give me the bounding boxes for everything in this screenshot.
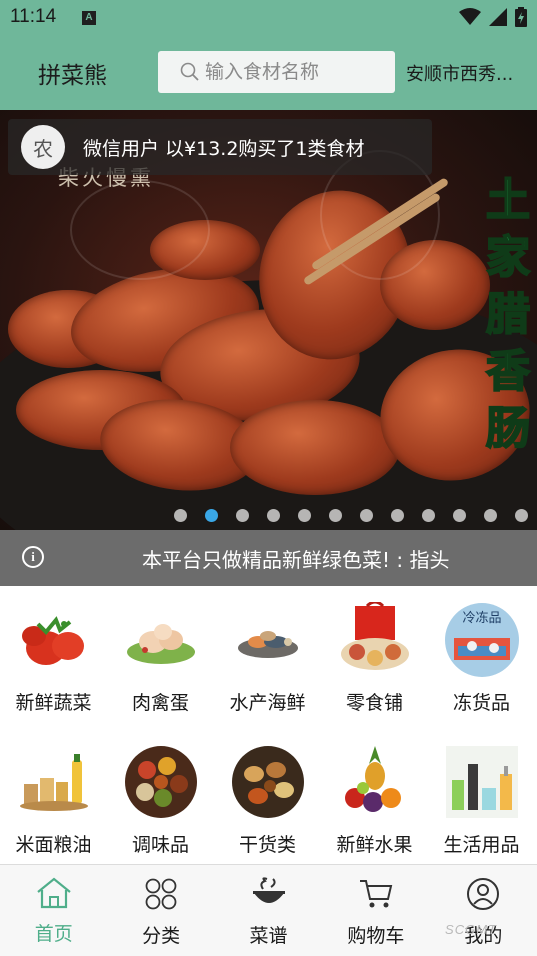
carousel-dot[interactable] — [515, 509, 528, 522]
tab-cart[interactable]: 购物车 — [322, 865, 429, 956]
carousel-dot[interactable] — [236, 509, 249, 522]
tab-recipe[interactable]: 菜谱 — [215, 865, 322, 956]
tab-label: 首页 — [34, 923, 73, 945]
meat-poultry-icon — [123, 602, 199, 678]
seafood-icon — [230, 602, 306, 678]
signal-icon — [489, 8, 507, 26]
carousel-dot[interactable] — [205, 509, 218, 522]
category-label: 米面粮油 — [15, 834, 92, 856]
side-title-char: 家 — [485, 231, 531, 284]
category-vegetables[interactable]: 新鲜蔬菜 — [0, 602, 107, 715]
announcement-bar[interactable]: i 本平台只做精品新鲜绿色菜! : 指头 — [0, 530, 537, 586]
search-input[interactable] — [205, 61, 385, 83]
status-bar: 11:14 A — [0, 0, 537, 36]
wifi-icon — [459, 8, 481, 25]
seasoning-icon — [123, 744, 199, 820]
location-selector[interactable]: 安顺市西秀... — [406, 60, 534, 86]
daily-goods-icon — [444, 744, 520, 820]
category-fruit[interactable]: 新鲜水果 — [321, 744, 428, 857]
steam-swirl — [70, 180, 210, 280]
user-icon — [467, 878, 500, 910]
cart-icon — [359, 880, 393, 908]
carousel-dot[interactable] — [174, 509, 187, 522]
dried-goods-icon — [230, 744, 306, 820]
category-seafood[interactable]: 水产海鲜 — [214, 602, 321, 715]
tab-home[interactable]: 首页 — [0, 865, 107, 956]
recipe-icon — [252, 877, 285, 903]
carousel-dot[interactable] — [298, 509, 311, 522]
purchase-notice: 农 微信用户 以¥13.2购买了1类食材 — [8, 119, 432, 175]
status-time: 11:14 — [10, 6, 57, 27]
bottom-tab-bar: 首页 分类 菜谱 购物车 我的 — [0, 864, 537, 956]
app-brand-title: 拼菜熊 — [38, 63, 107, 89]
battery-icon — [515, 7, 527, 27]
category-snacks[interactable]: 零食铺 — [321, 600, 428, 715]
tab-mine[interactable]: 我的 — [430, 865, 537, 956]
category-label: 新鲜蔬菜 — [15, 692, 92, 714]
category-label: 生活用品 — [443, 834, 520, 856]
info-icon: i — [22, 546, 44, 568]
tab-label: 购物车 — [347, 925, 405, 947]
fruit-icon — [337, 744, 413, 820]
side-title-char: 香 — [485, 345, 531, 398]
category-seasoning[interactable]: 调味品 — [107, 744, 214, 857]
category-daily-goods[interactable]: 生活用品 — [428, 744, 535, 857]
frozen-food-icon: 冷冻品 — [444, 602, 520, 678]
watermark: SCGMT — [445, 922, 497, 937]
side-title-char: 肠 — [485, 402, 531, 455]
search-box[interactable] — [158, 51, 395, 93]
category-grid: 新鲜蔬菜 肉禽蛋 水产海鲜 零食铺 冷冻品 冻货品 米面粮油 调味品 干货类 新… — [0, 586, 537, 864]
search-icon — [180, 62, 199, 81]
category-dried-goods[interactable]: 干货类 — [214, 744, 321, 857]
category-label: 冻货品 — [452, 692, 510, 714]
home-icon — [37, 877, 71, 909]
category-label: 肉禽蛋 — [131, 692, 189, 714]
carousel-dot[interactable] — [267, 509, 280, 522]
snacks-icon — [337, 600, 413, 678]
category-label: 新鲜水果 — [336, 834, 413, 856]
category-grain-oil[interactable]: 米面粮油 — [0, 744, 107, 857]
announcement-text: 本平台只做精品新鲜绿色菜! : 指头 — [142, 548, 450, 572]
system-icons — [459, 7, 527, 27]
side-title-char: 腊 — [485, 288, 531, 341]
notice-avatar: 农 — [21, 125, 65, 169]
category-icon — [145, 878, 177, 910]
carousel-dot[interactable] — [453, 509, 466, 522]
category-label: 干货类 — [238, 834, 296, 856]
carousel-dot[interactable] — [484, 509, 497, 522]
category-frozen[interactable]: 冷冻品 冻货品 — [428, 602, 535, 715]
tab-category[interactable]: 分类 — [107, 865, 214, 956]
category-label: 零食铺 — [345, 692, 403, 714]
carousel-indicator[interactable] — [174, 509, 528, 522]
category-label: 调味品 — [131, 834, 189, 856]
grain-oil-icon — [16, 744, 92, 820]
carousel-dot[interactable] — [360, 509, 373, 522]
sausage-slice — [230, 400, 400, 495]
carousel-dot[interactable] — [391, 509, 404, 522]
frozen-badge-text: 冷冻品 — [462, 610, 501, 626]
tab-label: 分类 — [142, 925, 181, 947]
banner-side-title: 土 家 腊 香 肠 — [483, 172, 533, 457]
notice-text: 微信用户 以¥13.2购买了1类食材 — [83, 137, 365, 160]
app-notification-icon: A — [82, 11, 96, 25]
app-header: 拼菜熊 安顺市西秀... — [0, 36, 537, 110]
category-meat-poultry[interactable]: 肉禽蛋 — [107, 602, 214, 715]
carousel-dot[interactable] — [422, 509, 435, 522]
category-label: 水产海鲜 — [229, 692, 306, 714]
tab-label: 菜谱 — [249, 925, 288, 947]
carousel-dot[interactable] — [329, 509, 342, 522]
vegetables-icon — [16, 602, 92, 678]
side-title-char: 土 — [485, 174, 531, 227]
